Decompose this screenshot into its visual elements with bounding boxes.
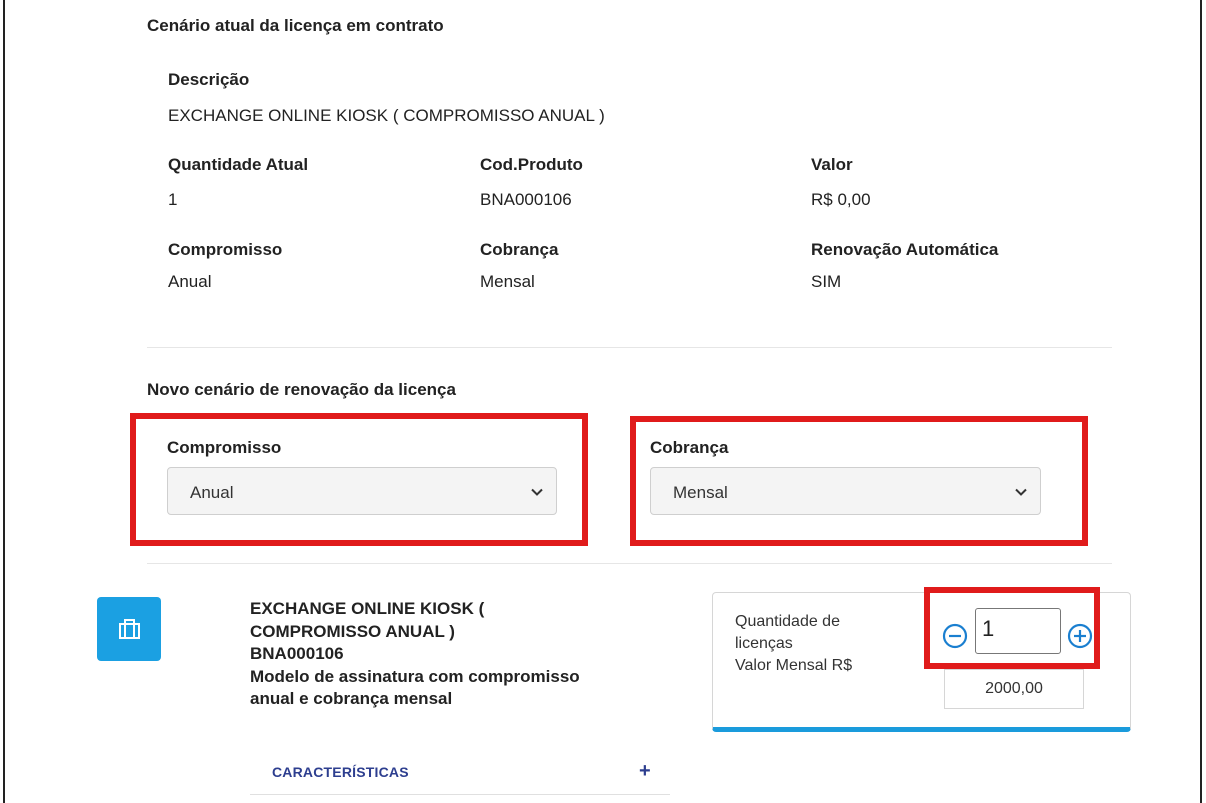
current-section-title: Cenário atual da licença em contrato (147, 16, 444, 35)
decrement-minus-icon[interactable] (942, 623, 968, 649)
product-title-line1: EXCHANGE ONLINE KIOSK ( (250, 599, 485, 618)
description-value: EXCHANGE ONLINE KIOSK ( COMPROMISSO ANUA… (168, 106, 605, 125)
product-code-label: Cod.Produto (480, 155, 583, 174)
auto-renewal-value: SIM (811, 272, 842, 291)
characteristics-label: CARACTERÍSTICAS (272, 764, 409, 780)
current-quantity-value: 1 (168, 190, 178, 209)
current-billing-label: Cobrança (480, 240, 559, 259)
current-commitment-value: Anual (168, 272, 212, 291)
description-label: Descrição (168, 70, 250, 89)
commitment-select[interactable]: Anual (167, 467, 557, 515)
current-billing-value: Mensal (480, 272, 535, 291)
renewal-section-title: Novo cenário de renovação da licença (147, 380, 456, 399)
quantity-label: Quantidade de licenças (735, 611, 840, 655)
price-value: R$ 0,00 (811, 190, 871, 209)
product-description-line1: Modelo de assinatura com compromisso (250, 666, 580, 686)
chevron-down-icon (1015, 488, 1027, 496)
characteristics-accordion[interactable]: CARACTERÍSTICAS + (250, 758, 670, 795)
product-info: EXCHANGE ONLINE KIOSK ( COMPROMISSO ANUA… (250, 598, 580, 711)
product-icon-tile (97, 597, 161, 661)
billing-selected-value: Mensal (673, 483, 728, 502)
product-description-line2: anual e cobrança mensal (250, 689, 453, 708)
quantity-label-line2: licenças (735, 635, 793, 652)
section-divider (147, 563, 1112, 564)
auto-renewal-label: Renovação Automática (811, 240, 999, 259)
product-code-value: BNA000106 (480, 190, 572, 209)
section-divider (147, 347, 1112, 348)
briefcase-icon (119, 619, 140, 639)
commitment-selected-value: Anual (190, 483, 234, 502)
product-code: BNA000106 (250, 644, 344, 663)
current-commitment-label: Compromisso (168, 240, 283, 259)
monthly-value-field: 2000,00 (944, 669, 1084, 709)
commitment-select-label: Compromisso (167, 438, 282, 457)
billing-select-label: Cobrança (650, 438, 729, 457)
expand-plus-icon[interactable]: + (639, 760, 651, 783)
increment-plus-icon[interactable] (1067, 623, 1093, 649)
billing-select[interactable]: Mensal (650, 467, 1041, 515)
current-quantity-label: Quantidade Atual (168, 155, 309, 174)
monthly-value-label: Valor Mensal R$ (735, 657, 853, 674)
product-title-line2: COMPROMISSO ANUAL ) (250, 621, 455, 641)
license-quantity-input[interactable]: 1 (975, 608, 1061, 654)
chevron-down-icon (531, 488, 543, 496)
price-label: Valor (811, 155, 853, 174)
quantity-label-line1: Quantidade de (735, 613, 840, 630)
